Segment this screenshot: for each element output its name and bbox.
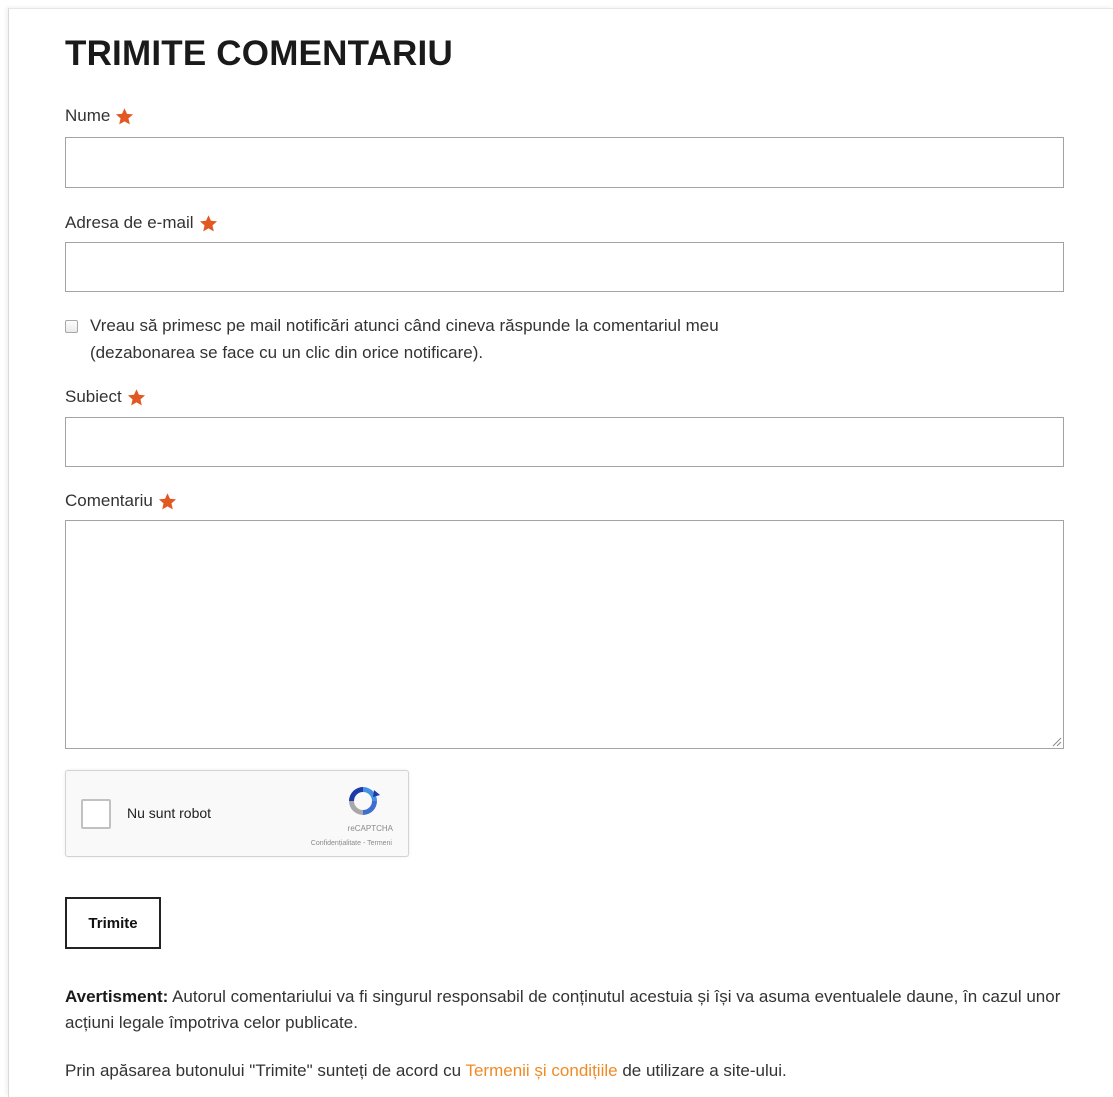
star-icon (115, 107, 134, 126)
comment-textarea[interactable] (66, 521, 1063, 748)
form-title: TRIMITE COMENTARIU (65, 34, 453, 73)
resize-grip-icon[interactable] (1050, 735, 1062, 747)
agreement-text: Prin apăsarea butonului "Trimite" sunteț… (65, 1058, 787, 1084)
warning-bold: Avertisment: (65, 987, 169, 1006)
agreement-before: Prin apăsarea butonului "Trimite" sunteț… (65, 1061, 466, 1080)
name-label: Nume (65, 105, 134, 127)
recaptcha-logo-icon (349, 787, 380, 815)
recaptcha-links[interactable]: Confidențialitate - Termeni (311, 840, 392, 847)
notify-label: Vreau să primesc pe mail notificări atun… (90, 312, 719, 366)
warning-body: Autorul comentariului va fi singurul res… (65, 987, 1061, 1032)
star-icon (127, 388, 146, 407)
subject-field[interactable] (65, 417, 1064, 467)
star-icon (199, 214, 218, 233)
recaptcha-widget: Nu sunt robot reCAPTCHA Confidențialitat… (65, 770, 409, 857)
name-input[interactable] (66, 138, 1063, 187)
subject-input[interactable] (66, 418, 1063, 466)
recaptcha-checkbox[interactable] (81, 799, 111, 829)
subject-label-text: Subiect (65, 387, 122, 406)
warning-text: Avertisment: Autorul comentariului va fi… (65, 984, 1065, 1036)
email-field[interactable] (65, 242, 1064, 292)
name-field[interactable] (65, 137, 1064, 188)
notify-row: Vreau să primesc pe mail notificări atun… (65, 316, 719, 366)
submit-button[interactable]: Trimite (65, 897, 161, 949)
star-icon (158, 492, 177, 511)
recaptcha-label: Nu sunt robot (127, 805, 212, 821)
notify-label-line1: Vreau să primesc pe mail notificări atun… (90, 316, 719, 335)
email-label-text: Adresa de e-mail (65, 213, 194, 232)
recaptcha-brand: reCAPTCHA (347, 824, 393, 833)
subject-label: Subiect (65, 386, 146, 408)
comment-label: Comentariu (65, 490, 177, 512)
email-label: Adresa de e-mail (65, 212, 218, 234)
agreement-after: de utilizare a site-ului. (617, 1061, 787, 1080)
terms-link[interactable]: Termenii și condițiile (465, 1061, 617, 1080)
comment-label-text: Comentariu (65, 491, 153, 510)
notify-checkbox[interactable] (65, 320, 78, 333)
name-label-text: Nume (65, 106, 111, 125)
email-input[interactable] (66, 243, 1063, 291)
comment-field[interactable] (65, 520, 1064, 749)
notify-label-line2: (dezabonarea se face cu un clic din oric… (90, 343, 484, 362)
